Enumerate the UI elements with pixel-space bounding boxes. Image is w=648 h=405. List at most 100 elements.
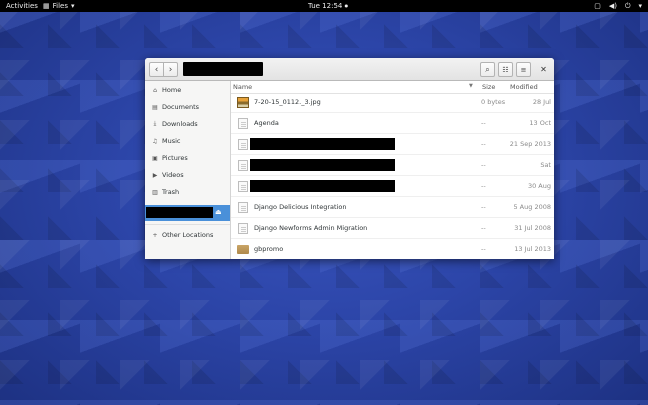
file-size: -- (481, 182, 486, 190)
sidebar-item-videos[interactable]: ▶ Videos (145, 168, 230, 182)
file-name: 7-20-15_0112._3.jpg (254, 98, 321, 106)
top-bar: Activities ▦ Files ▾ Tue 12:54 ● ▢ ◀) ⏻ … (0, 0, 648, 12)
path-bar-redacted[interactable] (183, 62, 263, 76)
file-list: Name ▼ Size Modified 7-20-15_0112._3.jpg… (231, 81, 554, 259)
sidebar-item-music[interactable]: ♫ Music (145, 134, 230, 148)
file-modified: 31 Jul 2008 (514, 224, 551, 232)
back-button[interactable]: ‹ (149, 62, 164, 77)
column-size-header[interactable]: Size (482, 83, 495, 91)
sidebar-item-label: Trash (162, 188, 180, 196)
files-app-icon: ▦ (43, 2, 50, 10)
file-size: -- (481, 224, 486, 232)
search-button[interactable]: ⌕ (480, 62, 495, 77)
chevron-left-icon: ‹ (154, 64, 159, 75)
volume-icon[interactable]: ◀) (609, 0, 617, 12)
app-menu-label: Files (52, 2, 68, 10)
close-button[interactable]: ✕ (537, 62, 550, 76)
music-icon: ♫ (152, 137, 158, 145)
table-row[interactable]: -- 21 Sep 2013 (231, 134, 554, 155)
chevron-down-icon[interactable]: ▾ (638, 0, 642, 12)
activities-button[interactable]: Activities (6, 0, 38, 12)
sidebar-item-label: Videos (162, 171, 184, 179)
file-size: -- (481, 245, 486, 253)
redacted-file-name (250, 159, 395, 171)
view-toggle-button[interactable]: ☷ (498, 62, 513, 77)
document-file-icon (238, 202, 248, 213)
file-name: gbpromo (254, 245, 284, 253)
sidebar-item-label: Pictures (162, 154, 188, 162)
file-name: Agenda (254, 119, 279, 127)
sidebar-item-home[interactable]: ⌂ Home (145, 83, 230, 97)
table-row[interactable]: Agenda -- 13 Oct (231, 113, 554, 134)
table-row[interactable]: -- 30 Aug (231, 176, 554, 197)
app-menu[interactable]: ▦ Files ▾ (43, 0, 75, 12)
sidebar-item-trash[interactable]: ▥ Trash (145, 185, 230, 199)
file-modified: 21 Sep 2013 (509, 140, 551, 148)
table-row[interactable]: Django Delicious Integration -- 5 Aug 20… (231, 197, 554, 218)
sidebar-item-downloads[interactable]: ⤓ Downloads (145, 117, 230, 131)
eject-icon[interactable]: ⏏ (215, 208, 222, 216)
file-size: -- (481, 161, 486, 169)
redacted-file-name (250, 138, 395, 150)
sidebar-item-label: Other Locations (162, 231, 214, 239)
sidebar-divider (145, 224, 230, 225)
system-tray[interactable]: ▢ ◀) ⏻ ▾ (594, 0, 642, 12)
plus-icon: + (152, 231, 158, 239)
sidebar-item-pictures[interactable]: ▣ Pictures (145, 151, 230, 165)
file-modified: 28 Jul (532, 98, 551, 106)
file-modified: 13 Jul 2013 (514, 245, 551, 253)
table-row[interactable]: -- Sat (231, 155, 554, 176)
header-bar: ‹ › ⌕ ☷ ≡ ✕ (145, 58, 554, 81)
file-name: Django Newforms Admin Migration (254, 224, 368, 232)
table-row[interactable]: gbpromo -- 13 Jul 2013 (231, 239, 554, 259)
sidebar: ⌂ Home ▤ Documents ⤓ Downloads ♫ Music ▣… (145, 81, 231, 259)
folder-icon (237, 245, 249, 254)
file-size: 0 bytes (481, 98, 506, 106)
trash-icon: ▥ (152, 188, 158, 196)
file-size: -- (481, 203, 486, 211)
chevron-down-icon: ▾ (71, 2, 75, 10)
column-modified-header[interactable]: Modified (510, 83, 538, 91)
document-file-icon (238, 223, 248, 234)
image-file-icon (237, 97, 249, 108)
table-row[interactable]: 7-20-15_0112._3.jpg 0 bytes 28 Jul (231, 92, 554, 113)
window-icon[interactable]: ▢ (594, 0, 601, 12)
file-name: Django Delicious Integration (254, 203, 347, 211)
file-modified: 5 Aug 2008 (513, 203, 551, 211)
documents-icon: ▤ (152, 103, 158, 111)
pictures-icon: ▣ (152, 154, 158, 162)
chevron-right-icon: › (168, 64, 173, 75)
videos-icon: ▶ (152, 171, 158, 179)
column-name-header[interactable]: Name (233, 83, 252, 91)
document-file-icon (238, 139, 248, 150)
sidebar-item-label: Documents (162, 103, 200, 111)
sidebar-item-label: Music (162, 137, 181, 145)
file-modified: 30 Aug (527, 182, 551, 190)
document-file-icon (238, 118, 248, 129)
clock-time: Tue 12:54 (308, 2, 343, 10)
document-file-icon (238, 181, 248, 192)
menu-button[interactable]: ≡ (516, 62, 531, 77)
file-modified: Sat (540, 161, 551, 169)
table-row[interactable]: Django Newforms Admin Migration -- 31 Ju… (231, 218, 554, 239)
sidebar-item-mounted-drive[interactable]: ⏏ (145, 205, 230, 221)
close-icon: ✕ (540, 64, 547, 74)
toolbar-buttons: ⌕ ☷ ≡ (480, 62, 531, 77)
sidebar-item-documents[interactable]: ▤ Documents (145, 100, 230, 114)
sidebar-item-other-locations[interactable]: + Other Locations (145, 228, 230, 242)
file-modified: 13 Oct (529, 119, 551, 127)
sidebar-item-label: Downloads (162, 120, 198, 128)
list-view-icon: ☷ (502, 65, 509, 74)
document-file-icon (238, 160, 248, 171)
file-size: -- (481, 140, 486, 148)
sort-arrow-icon[interactable]: ▼ (469, 83, 473, 89)
redacted-drive-label (146, 207, 213, 218)
sidebar-item-label: Home (162, 86, 182, 94)
notification-dot-icon: ● (344, 3, 349, 8)
clock[interactable]: Tue 12:54 ● (308, 0, 348, 12)
home-icon: ⌂ (153, 86, 157, 94)
downloads-icon: ⤓ (153, 120, 157, 127)
hamburger-menu-icon: ≡ (520, 65, 527, 74)
power-icon[interactable]: ⏻ (625, 0, 631, 12)
forward-button[interactable]: › (164, 62, 178, 77)
